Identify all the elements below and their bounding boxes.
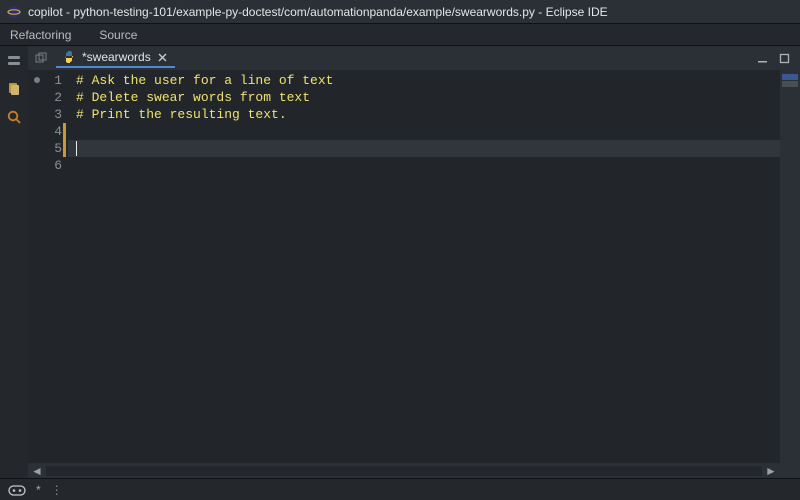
window-title: copilot - python-testing-101/example-py-…	[28, 5, 608, 19]
editor-row: 1 2 3 4 5 6 # Ask the user for a line of…	[28, 70, 800, 478]
title-bar: copilot - python-testing-101/example-py-…	[0, 0, 800, 24]
eclipse-icon	[6, 4, 22, 20]
editor-pane: *swearwords 1 2 3 4 5	[28, 46, 800, 478]
text-caret	[76, 141, 77, 156]
close-icon[interactable]	[157, 51, 169, 63]
breadcrumb-toggle-icon[interactable]	[5, 52, 23, 70]
horizontal-scrollbar[interactable]: ◄ ►	[28, 463, 780, 478]
activity-bar	[0, 46, 28, 478]
search-icon[interactable]	[5, 108, 23, 126]
minimize-view-icon[interactable]	[756, 52, 768, 64]
editor-window-controls	[756, 52, 796, 64]
scroll-left-icon[interactable]: ◄	[30, 465, 44, 477]
dirty-indicator: *	[36, 483, 41, 497]
status-more-icon[interactable]: ⋮	[51, 483, 65, 497]
code-editor[interactable]: 1 2 3 4 5 6 # Ask the user for a line of…	[28, 70, 780, 478]
menu-bar: Refactoring Source	[0, 24, 800, 46]
line-number-gutter: 1 2 3 4 5 6	[28, 72, 68, 463]
restore-editors-icon[interactable]	[32, 52, 50, 64]
status-bar: * ⋮	[0, 478, 800, 500]
main-area: *swearwords 1 2 3 4 5	[0, 46, 800, 478]
maximize-view-icon[interactable]	[778, 52, 790, 64]
scroll-track[interactable]	[46, 466, 762, 476]
code-lines[interactable]: # Ask the user for a line of text # Dele…	[68, 72, 780, 463]
tab-swearwords[interactable]: *swearwords	[56, 48, 175, 68]
overview-ruler[interactable]	[780, 70, 800, 478]
menu-source[interactable]: Source	[99, 28, 137, 42]
documents-icon[interactable]	[5, 80, 23, 98]
python-file-icon	[62, 50, 76, 64]
menu-refactoring[interactable]: Refactoring	[10, 28, 71, 42]
tabs-row: *swearwords	[28, 46, 800, 70]
scroll-right-icon[interactable]: ►	[764, 465, 778, 477]
tab-label: *swearwords	[82, 50, 151, 64]
copilot-icon[interactable]	[8, 483, 26, 497]
